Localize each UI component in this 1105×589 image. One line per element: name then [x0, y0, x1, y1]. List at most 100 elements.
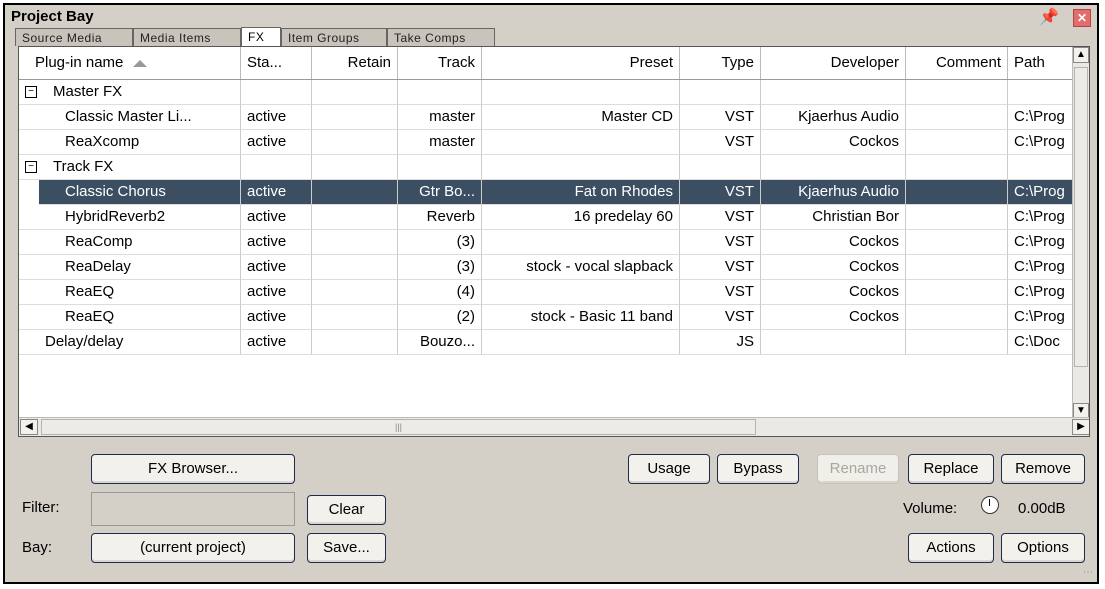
cell-retain [312, 130, 398, 155]
cell-retain [312, 180, 398, 205]
column-header-status[interactable]: Sta... [241, 47, 312, 79]
horizontal-scrollbar[interactable]: ◀ ||| ▶ [19, 417, 1089, 436]
table-row[interactable]: ReaDelay active (3) stock - vocal slapback V… [19, 255, 1074, 280]
replace-button[interactable]: Replace [908, 454, 994, 484]
vertical-scroll-thumb[interactable] [1074, 67, 1088, 367]
table-row[interactable]: Classic Chorus active Gtr Bo... Fat on Rhod… [19, 180, 1074, 205]
rename-button[interactable]: Rename [817, 454, 899, 484]
cell-status: active [241, 330, 312, 355]
cell-preset [482, 80, 680, 105]
title-bar: Project Bay 📌 ✕ [5, 5, 1097, 29]
tab-media-items[interactable]: Media Items [133, 28, 241, 46]
group-row[interactable]: − Track FX [19, 155, 1074, 180]
tab-fx[interactable]: FX [241, 27, 281, 47]
column-header-preset[interactable]: Preset [482, 47, 680, 79]
cell-developer: Cockos [761, 230, 906, 255]
cell-name: ReaDelay [19, 255, 241, 280]
cell-type: VST [680, 305, 761, 330]
cell-status: active [241, 180, 312, 205]
cell-name: Delay/delay [19, 330, 241, 355]
cell-status: active [241, 230, 312, 255]
bay-label: Bay: [22, 539, 53, 556]
cell-comment [906, 155, 1008, 180]
bypass-button[interactable]: Bypass [717, 454, 799, 484]
cell-status: active [241, 255, 312, 280]
cell-developer: Cockos [761, 280, 906, 305]
cell-developer: Cockos [761, 130, 906, 155]
scroll-left-icon[interactable]: ◀ [20, 419, 38, 435]
cell-preset [482, 280, 680, 305]
tab-item-groups[interactable]: Item Groups [281, 28, 387, 46]
cell-preset: Fat on Rhodes [482, 180, 680, 205]
cell-developer [761, 155, 906, 180]
column-header-developer[interactable]: Developer [761, 47, 906, 79]
cell-name: HybridReverb2 [19, 205, 241, 230]
tab-take-comps[interactable]: Take Comps [387, 28, 495, 46]
cell-developer [761, 80, 906, 105]
project-bay-window: Project Bay 📌 ✕ Source Media Media Items… [3, 3, 1099, 584]
cell-path: C:\Prog [1008, 280, 1074, 305]
group-row[interactable]: − Master FX [19, 80, 1074, 105]
group-label: Track FX [53, 158, 114, 175]
cell-preset: stock - Basic 11 band [482, 305, 680, 330]
close-icon[interactable]: ✕ [1073, 9, 1091, 27]
cell-type: VST [680, 230, 761, 255]
table-row[interactable]: Delay/delay active Bouzo... JS C:\Doc [19, 330, 1074, 355]
cell-comment [906, 180, 1008, 205]
column-header-type[interactable]: Type [680, 47, 761, 79]
filter-input[interactable] [91, 492, 295, 526]
cell-comment [906, 255, 1008, 280]
cell-name: ReaComp [19, 230, 241, 255]
scroll-right-icon[interactable]: ▶ [1072, 419, 1089, 435]
column-header-plugin-name[interactable]: Plug-in name [19, 47, 241, 79]
column-header-retain[interactable]: Retain [312, 47, 398, 79]
table-row[interactable]: ReaXcomp active master VST Cockos C:\Prog [19, 130, 1074, 155]
tab-source-media[interactable]: Source Media [15, 28, 133, 46]
cell-type: VST [680, 105, 761, 130]
table-row[interactable]: Classic Master Li... active master Master C… [19, 105, 1074, 130]
cell-developer: Christian Bor [761, 205, 906, 230]
column-header-track[interactable]: Track [398, 47, 482, 79]
cell-developer [761, 330, 906, 355]
pin-icon[interactable]: 📌 [1039, 7, 1059, 27]
table-row[interactable]: HybridReverb2 active Reverb 16 predelay 60 V… [19, 205, 1074, 230]
table-row[interactable]: ReaComp active (3) VST Cockos C:\Prog [19, 230, 1074, 255]
collapse-icon[interactable]: − [25, 86, 37, 98]
collapse-icon[interactable]: − [25, 161, 37, 173]
vertical-scrollbar[interactable]: ▲ ▼ [1072, 47, 1089, 419]
sort-ascending-icon [133, 59, 148, 67]
cell-path: C:\Prog [1008, 105, 1074, 130]
cell-preset: 16 predelay 60 [482, 205, 680, 230]
cell-name: ReaEQ [19, 280, 241, 305]
bay-select-button[interactable]: (current project) [91, 533, 295, 563]
resize-grip-icon[interactable]: ⋯ [1083, 567, 1093, 578]
column-header-path[interactable]: Path [1008, 47, 1074, 79]
save-button[interactable]: Save... [307, 533, 386, 563]
remove-button[interactable]: Remove [1001, 454, 1085, 484]
horizontal-scroll-thumb[interactable]: ||| [41, 419, 756, 435]
cell-track: Gtr Bo... [398, 180, 482, 205]
cell-path [1008, 80, 1074, 105]
cell-retain [312, 80, 398, 105]
table-row[interactable]: ReaEQ active (2) stock - Basic 11 band VST Co… [19, 305, 1074, 330]
table-row[interactable]: ReaEQ active (4) VST Cockos C:\Prog [19, 280, 1074, 305]
cell-name: Classic Chorus [39, 180, 241, 205]
cell-name: ReaEQ [19, 305, 241, 330]
cell-retain [312, 155, 398, 180]
column-header-comment[interactable]: Comment [906, 47, 1008, 79]
cell-path: C:\Prog [1008, 305, 1074, 330]
clear-button[interactable]: Clear [307, 495, 386, 525]
cell-developer: Kjaerhus Audio [761, 105, 906, 130]
scroll-up-icon[interactable]: ▲ [1073, 47, 1089, 63]
cell-type: VST [680, 280, 761, 305]
actions-button[interactable]: Actions [908, 533, 994, 563]
volume-label: Volume: [903, 500, 958, 517]
volume-knob-icon[interactable] [981, 496, 999, 514]
cell-preset [482, 230, 680, 255]
usage-button[interactable]: Usage [628, 454, 710, 484]
cell-developer: Kjaerhus Audio [761, 180, 906, 205]
fx-browser-button[interactable]: FX Browser... [91, 454, 295, 484]
cell-track: master [398, 130, 482, 155]
cell-status [241, 80, 312, 105]
options-button[interactable]: Options [1001, 533, 1085, 563]
